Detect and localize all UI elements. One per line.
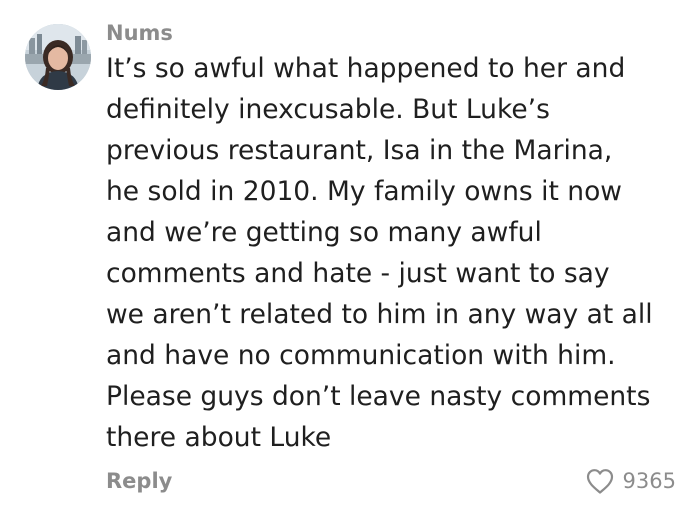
- like-count: 9365: [622, 469, 676, 493]
- comment-card: Nums It’s so awful what happened to her …: [0, 0, 700, 512]
- comment-line: and have no communication with him.: [106, 340, 616, 371]
- reply-button[interactable]: Reply: [106, 467, 172, 495]
- avatar[interactable]: [25, 24, 91, 90]
- avatar-photo: [25, 24, 91, 90]
- comment-line: there about Luke: [106, 422, 332, 453]
- comment-line: Please guys don’t leave nasty comments: [106, 381, 651, 412]
- comment-body: It’s so awful what happened to her and d…: [106, 48, 696, 458]
- comment-line: and we’re getting so many awful: [106, 217, 542, 248]
- like-button[interactable]: 9365: [585, 464, 676, 498]
- comment-username[interactable]: Nums: [106, 20, 173, 46]
- heart-outline-icon[interactable]: [585, 467, 615, 495]
- comment-line: he sold in 2010. My family owns it now: [106, 176, 622, 207]
- comment-line: we aren’t related to him in any way at a…: [106, 299, 653, 330]
- comment-line: comments and hate - just want to say: [106, 258, 610, 289]
- comment-line: It’s so awful what happened to her and: [106, 53, 626, 84]
- comment-line: definitely inexcusable. But Luke’s: [106, 94, 550, 125]
- comment-line: previous restaurant, Isa in the Marina,: [106, 135, 613, 166]
